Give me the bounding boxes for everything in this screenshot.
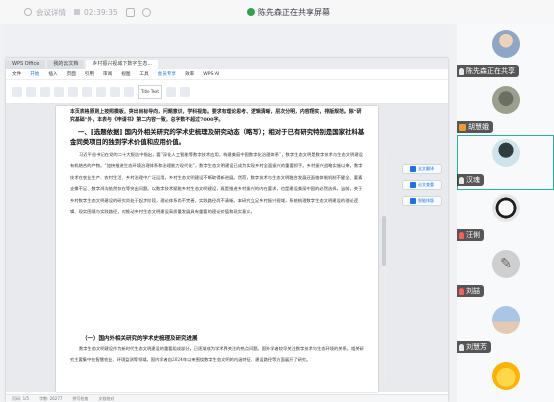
body-paragraph-1: 习近平总书记在党的二十大报告中指出，要“深化人工智能等数字技术应用，构建美丽中国… bbox=[70, 153, 363, 216]
avatar bbox=[492, 86, 520, 114]
participant-tile[interactable]: ✎ 刘喆 bbox=[457, 246, 554, 301]
elapsed-time: 02:39:35 bbox=[84, 7, 118, 17]
document-page[interactable]: 本页表格原则上按照模板，突出目标导向，问题意识，学科视角。要求有理论思考、逻辑清… bbox=[56, 106, 378, 392]
menu-page[interactable]: 页面 bbox=[67, 71, 76, 77]
cut-icon[interactable] bbox=[26, 86, 36, 97]
meeting-info-group: 会议详情 02:39:35 bbox=[24, 5, 154, 19]
participant-tile[interactable]: 刘慧芳 bbox=[457, 302, 554, 357]
proofread[interactable]: 文档校对 bbox=[98, 396, 114, 402]
italic-icon[interactable] bbox=[68, 86, 78, 97]
participant-tile[interactable]: 胡慧娥 bbox=[457, 82, 554, 137]
wps-tab-bar: WPS Office 我的云文档 乡村振兴视域下数字生态... bbox=[6, 58, 448, 69]
tab-wps-office[interactable]: WPS Office bbox=[6, 60, 46, 69]
body-paragraph-2: 数字生态文明建设作为新时代生态文明建设的重要组成部分，已逐渐成为学术界关注的热点… bbox=[70, 347, 364, 364]
participant-name: 汪俐 bbox=[466, 231, 480, 239]
avatar bbox=[492, 30, 520, 58]
bold-icon[interactable] bbox=[54, 86, 64, 97]
mic-muted-icon bbox=[459, 287, 464, 295]
mic-muted-icon bbox=[459, 231, 464, 239]
wps-menu-bar: 文件 开始 插入 页面 引用 审阅 视图 工具 会员专享 效率 WPS AI bbox=[6, 69, 448, 80]
document-canvas: 本页表格原则上按照模板，突出目标导向，问题意识，学科视角。要求有理论思考、逻辑清… bbox=[6, 104, 448, 392]
menu-insert[interactable]: 插入 bbox=[48, 71, 57, 77]
vertical-scrollbar[interactable] bbox=[382, 156, 386, 382]
check-icon bbox=[410, 182, 416, 188]
spell-check[interactable]: 拼写检查 bbox=[72, 396, 88, 402]
menu-review[interactable]: 审阅 bbox=[103, 71, 112, 77]
wps-window: WPS Office 我的云文档 乡村振兴视域下数字生态... 文件 开始 插入… bbox=[6, 58, 448, 402]
menu-member[interactable]: 会员专享 bbox=[158, 71, 176, 77]
menu-view[interactable]: 视图 bbox=[121, 71, 130, 77]
replace-icon[interactable] bbox=[180, 86, 190, 97]
tab-cloud-docs[interactable]: 我的云文档 bbox=[47, 60, 85, 69]
mic-icon bbox=[459, 343, 464, 351]
menu-file[interactable]: 文件 bbox=[12, 71, 21, 77]
participant-name-tag: 刘慧芳 bbox=[457, 341, 491, 353]
participant-name: 汉魂 bbox=[466, 176, 480, 184]
subsection-heading: （一）国内外相关研究的学术史梳理及研究进展 bbox=[82, 336, 198, 342]
menu-efficiency[interactable]: 效率 bbox=[185, 71, 194, 77]
font-icon[interactable] bbox=[40, 86, 50, 97]
layout-tool-icon bbox=[410, 198, 416, 204]
meeting-topbar: 会议详情 02:39:35 陈先森正在共享屏幕 bbox=[0, 0, 554, 25]
menu-wps-ai[interactable]: WPS AI bbox=[203, 72, 219, 77]
indent-icon[interactable] bbox=[110, 86, 120, 97]
section-heading-1: 一、[选题依据] 国内外相关研究的学术史梳理及研究动态（略写）；相对于已有研究特… bbox=[70, 128, 365, 146]
translate-button[interactable]: 全文翻译 bbox=[402, 164, 442, 174]
info-icon[interactable] bbox=[24, 8, 32, 16]
tab-current-doc[interactable]: 乡村振兴视域下数字生态... bbox=[86, 60, 159, 69]
sharing-indicator[interactable]: 陈先森正在共享屏幕 bbox=[247, 4, 330, 20]
wps-status-bar: 页码: 1/5 字数: 26277 拼写检查 文档校对 bbox=[6, 394, 448, 402]
participant-name-tag: 汪俐 bbox=[457, 229, 484, 241]
host-icon bbox=[459, 123, 466, 131]
mic-icon bbox=[459, 67, 464, 75]
participant-name: 陈先森正在共享 bbox=[466, 67, 515, 75]
word-count: 字数: 26277 bbox=[39, 395, 63, 401]
avatar bbox=[492, 194, 520, 222]
participant-name-tag: 胡慧娥 bbox=[457, 121, 493, 133]
participant-tile[interactable]: 陈先森正在共享 bbox=[457, 26, 554, 81]
translate-label: 全文翻译 bbox=[418, 166, 434, 171]
participant-name: 刘慧芳 bbox=[466, 343, 487, 351]
find-icon[interactable] bbox=[166, 86, 176, 97]
menu-tools[interactable]: 工具 bbox=[139, 71, 148, 77]
align-icon[interactable] bbox=[96, 86, 106, 97]
participant-roster: 陈先森正在共享 胡慧娥 汉魂 汪俐 ✎ 刘喆 刘慧芳 bbox=[457, 24, 554, 402]
share-status-icon bbox=[247, 8, 255, 16]
menu-home[interactable]: 开始 bbox=[30, 71, 39, 77]
mic-icon bbox=[459, 176, 464, 184]
meeting-title[interactable]: 会议详情 bbox=[36, 7, 66, 18]
signal-icon bbox=[74, 9, 80, 15]
participant-tile-active[interactable]: 汉魂 bbox=[457, 135, 554, 190]
page-count: 页码: 1/5 bbox=[12, 395, 30, 401]
paste-icon[interactable] bbox=[12, 86, 22, 97]
list-icon[interactable] bbox=[124, 86, 134, 97]
wps-ribbon: Title Text bbox=[6, 80, 448, 104]
avatar bbox=[492, 306, 520, 334]
participant-name-tag: 陈先森正在共享 bbox=[457, 65, 519, 77]
participant-tile[interactable] bbox=[457, 358, 554, 402]
layout-icon[interactable] bbox=[125, 7, 135, 17]
participant-tile[interactable]: 汪俐 bbox=[457, 190, 554, 245]
participant-name: 胡慧娥 bbox=[468, 123, 489, 131]
translate-icon bbox=[410, 166, 416, 172]
settings-icon[interactable] bbox=[141, 7, 151, 17]
underline-icon[interactable] bbox=[82, 86, 92, 97]
layout-label: 智能排版 bbox=[418, 198, 434, 203]
sharing-status-text: 陈先森正在共享屏幕 bbox=[258, 7, 330, 17]
menu-reference[interactable]: 引用 bbox=[85, 71, 94, 77]
plagiarism-check-button[interactable]: 论文查重 bbox=[402, 180, 442, 190]
smart-layout-button[interactable]: 智能排版 bbox=[402, 196, 442, 206]
form-note: 本页表格原则上按照模板，突出目标导向，问题意识，学科视角。要求有理论思考、逻辑清… bbox=[70, 109, 362, 123]
scroll-thumb[interactable] bbox=[382, 216, 386, 266]
participant-name-tag: 刘喆 bbox=[457, 285, 484, 297]
avatar bbox=[492, 362, 520, 390]
avatar: ✎ bbox=[492, 250, 520, 278]
participant-name: 刘喆 bbox=[466, 287, 480, 295]
check-label: 论文查重 bbox=[418, 182, 434, 187]
style-sample[interactable]: Title Text bbox=[138, 84, 162, 99]
side-tool-panel: 全文翻译 论文查重 智能排版 bbox=[396, 164, 446, 212]
participant-name-tag: 汉魂 bbox=[457, 174, 484, 186]
avatar bbox=[492, 139, 520, 167]
